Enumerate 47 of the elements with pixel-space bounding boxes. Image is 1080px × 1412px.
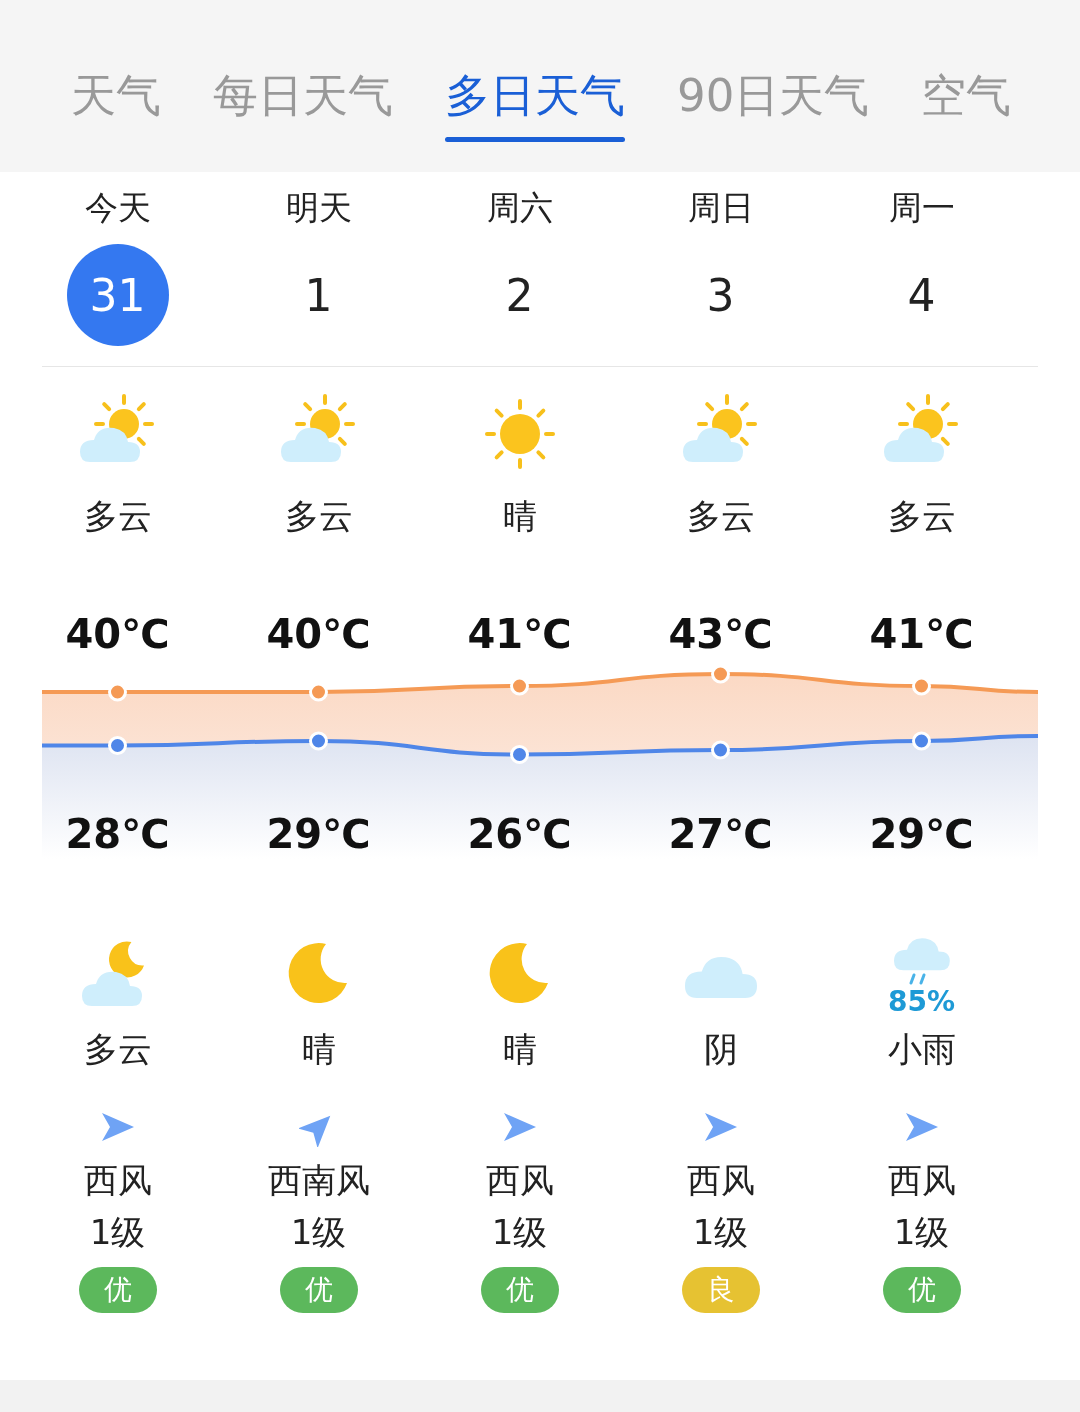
night-weather: 阴 (703, 1029, 738, 1069)
high-temperature: 41℃ (467, 610, 572, 659)
air-quality-badge: 优 (279, 1267, 358, 1313)
day-weather: 多云 (887, 496, 956, 536)
day-label: 今天 (84, 187, 151, 229)
day-label: 周六 (486, 187, 553, 229)
low-temperature: 29℃ (266, 810, 371, 859)
low-temperature: 27℃ (668, 810, 773, 859)
wind-direction: 西风 (485, 1160, 554, 1200)
night-weather: 晴 (301, 1029, 336, 1069)
night-weather: 晴 (502, 1029, 537, 1069)
high-temperature: 43℃ (668, 610, 773, 659)
low-temperature: 26℃ (467, 810, 572, 859)
wind-direction: 西南风 (267, 1160, 370, 1200)
high-temperature: 40℃ (65, 610, 170, 659)
wind-level: 1级 (893, 1212, 950, 1252)
wind-level: 1级 (89, 1212, 146, 1252)
air-quality-badge: 优 (78, 1267, 157, 1313)
night-weather: 小雨 (887, 1029, 956, 1069)
day-weather: 多云 (284, 496, 353, 536)
day-weather: 晴 (502, 496, 537, 536)
date[interactable]: 3 (669, 244, 772, 346)
wind-level: 1级 (491, 1212, 548, 1252)
low-temperature: 29℃ (869, 810, 974, 859)
day-label: 明天 (285, 187, 352, 229)
low-temperature: 28℃ (65, 810, 170, 859)
high-temperature: 41℃ (869, 610, 974, 659)
wind-level: 1级 (290, 1212, 347, 1252)
wind-direction: 西风 (686, 1160, 755, 1200)
air-quality-badge: 优 (882, 1267, 961, 1313)
day-label: 周日 (687, 187, 754, 229)
night-weather: 多云 (83, 1029, 152, 1069)
date[interactable]: 4 (870, 244, 973, 346)
wind-direction: 西风 (887, 1160, 956, 1200)
precipitation-chance: 85% (888, 987, 955, 1017)
air-quality-badge: 良 (681, 1267, 760, 1313)
wind-direction: 西风 (83, 1160, 152, 1200)
day-label: 周一 (888, 187, 955, 229)
date[interactable]: 1 (267, 244, 370, 346)
day-weather: 多云 (83, 496, 152, 536)
day-weather: 多云 (686, 496, 755, 536)
high-temperature: 40℃ (266, 610, 371, 659)
air-quality-badge: 优 (480, 1267, 559, 1313)
date[interactable]: 31 (66, 244, 169, 346)
wind-level: 1级 (692, 1212, 749, 1252)
date[interactable]: 2 (468, 244, 571, 346)
tab[interactable]: 多日天气 (445, 68, 625, 142)
